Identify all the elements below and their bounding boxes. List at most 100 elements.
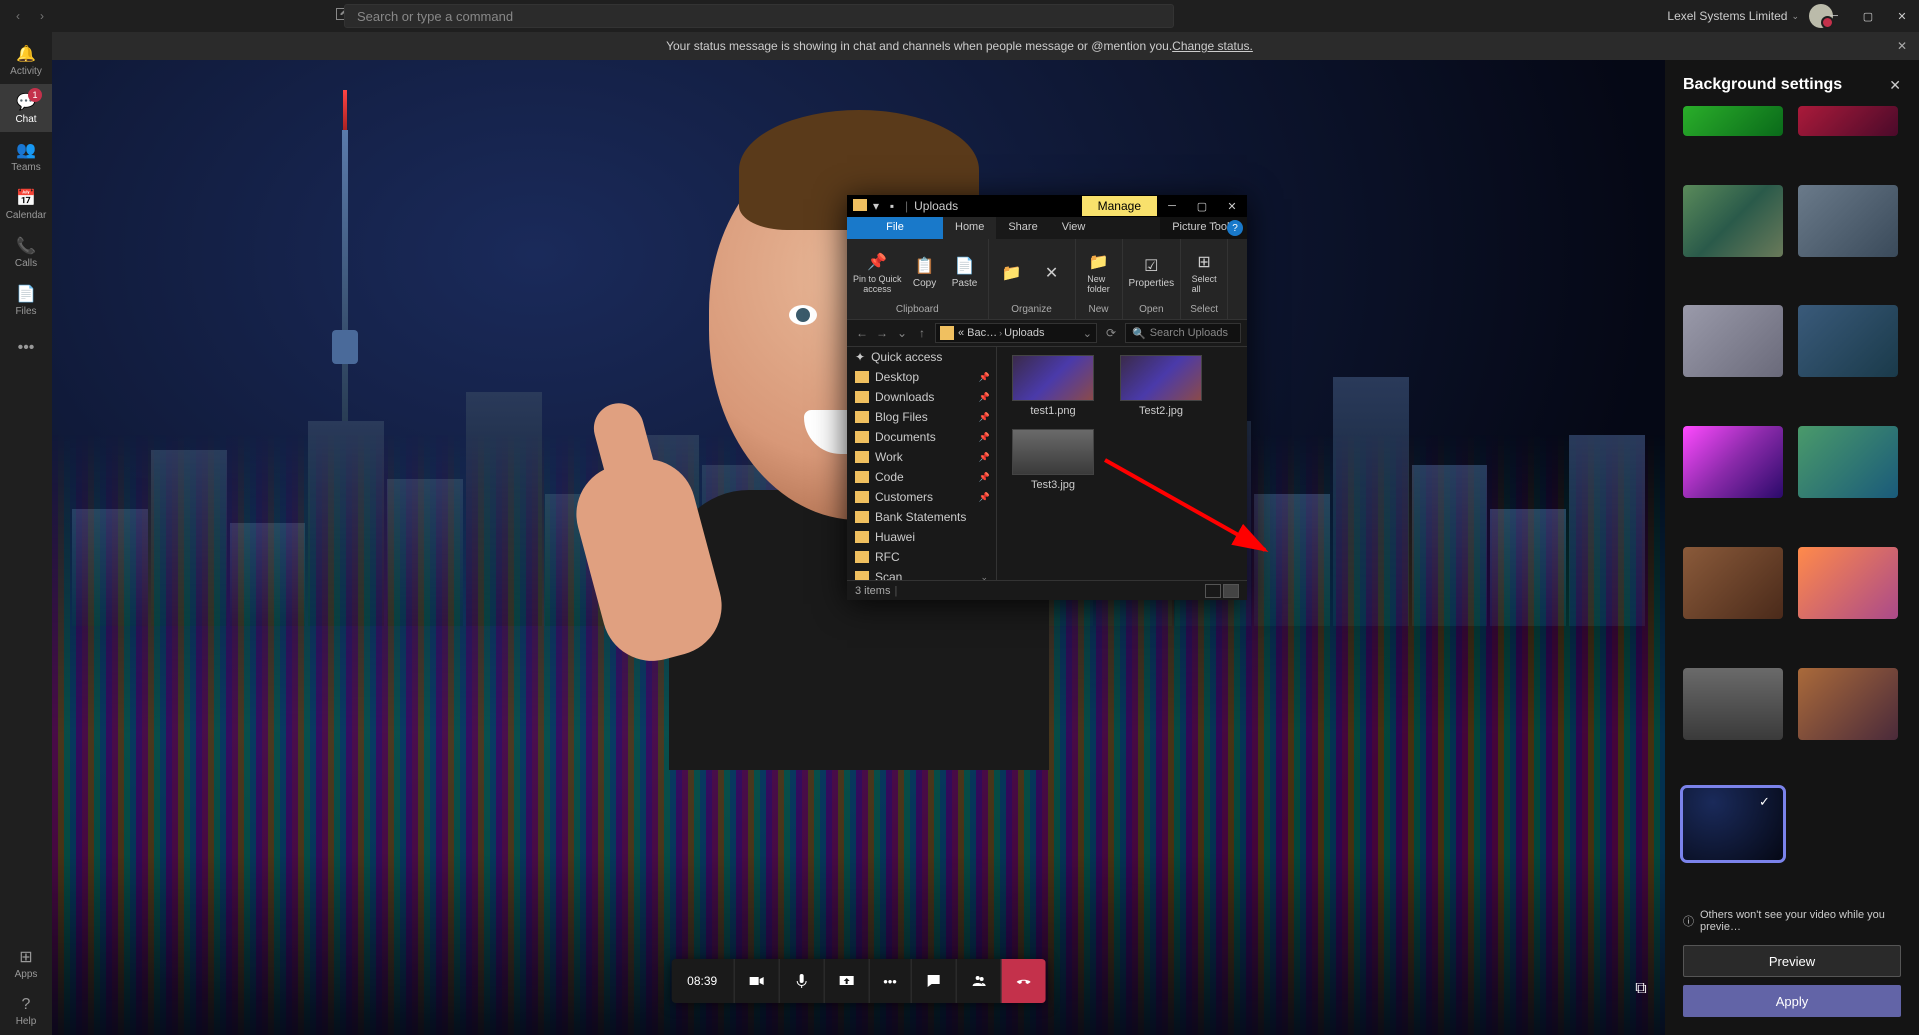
rail-chat[interactable]: 1 💬 Chat <box>0 84 52 132</box>
teams-icon: 👥 <box>16 140 36 160</box>
tree-item[interactable]: Work📌 <box>847 447 996 467</box>
background-thumbnail[interactable] <box>1798 668 1898 740</box>
background-thumbnail[interactable] <box>1683 426 1783 498</box>
chat-toggle[interactable] <box>911 959 956 1003</box>
window-maximize[interactable]: ▢ <box>1851 0 1885 32</box>
select-all[interactable]: ⊞Select all <box>1187 252 1221 294</box>
panel-close-icon[interactable]: ✕ <box>1889 77 1901 94</box>
tree-item[interactable]: Bank Statements <box>847 507 996 527</box>
tree-item[interactable]: RFC <box>847 547 996 567</box>
explorer-search[interactable]: 🔍 Search Uploads <box>1125 323 1241 343</box>
delete-button[interactable]: ✕ <box>1035 263 1069 283</box>
title-bar: ‹ › Search or type a command Lexel Syste… <box>0 0 1919 32</box>
file-list[interactable]: test1.pngTest2.jpgTest3.jpg <box>997 347 1247 580</box>
hang-up[interactable] <box>1001 959 1046 1003</box>
tree-item[interactable]: Code📌 <box>847 467 996 487</box>
background-thumbnail[interactable] <box>1798 426 1898 498</box>
file-item[interactable]: test1.png <box>1005 355 1101 417</box>
background-thumbnail[interactable] <box>1683 106 1783 136</box>
background-thumbnail[interactable] <box>1798 106 1898 136</box>
tree-item[interactable]: Desktop📌 <box>847 367 996 387</box>
chevron-down-icon[interactable]: ⌄ <box>1083 327 1092 340</box>
background-settings-panel: Background settings ✕ ✓ ⓘ Others won't s… <box>1665 60 1919 1035</box>
rail-teams[interactable]: 👥 Teams <box>0 132 52 180</box>
explorer-titlebar[interactable]: ▾ ▪ | Uploads Manage ─ ▢ ✕ <box>847 195 1247 217</box>
exp-back[interactable]: ← <box>853 324 871 342</box>
tree-item[interactable]: Downloads📌 <box>847 387 996 407</box>
background-thumbnail[interactable]: ✓ <box>1683 788 1783 860</box>
paste-button[interactable]: 📄Paste <box>948 256 982 289</box>
nav-back[interactable]: ‹ <box>8 6 28 26</box>
window-minimize[interactable]: ─ <box>1817 0 1851 32</box>
rail-files[interactable]: 📄 Files <box>0 276 52 324</box>
qat-icon[interactable]: ▾ <box>869 199 883 213</box>
file-explorer-window: ▾ ▪ | Uploads Manage ─ ▢ ✕ File Home Sha… <box>847 195 1247 600</box>
change-status-link[interactable]: Change status. <box>1172 39 1253 53</box>
tree-item[interactable]: Blog Files📌 <box>847 407 996 427</box>
tenant-switcher[interactable]: Lexel Systems Limited ⌄ <box>1667 9 1799 23</box>
tab-share[interactable]: Share <box>996 217 1049 239</box>
more-actions[interactable]: ••• <box>868 959 911 1003</box>
ribbon-tabs: File Home Share View Picture Tools ˆ ? <box>847 217 1247 239</box>
rail-calendar[interactable]: 📅 Calendar <box>0 180 52 228</box>
background-thumbnail[interactable] <box>1798 547 1898 619</box>
folder-icon <box>853 199 867 211</box>
participants[interactable] <box>956 959 1001 1003</box>
explorer-close[interactable]: ✕ <box>1217 195 1247 217</box>
tree-item[interactable]: Documents📌 <box>847 427 996 447</box>
search-placeholder: Search or type a command <box>357 9 513 24</box>
share-screen[interactable] <box>823 959 868 1003</box>
tab-home[interactable]: Home <box>943 217 996 239</box>
explorer-maximize[interactable]: ▢ <box>1187 195 1217 217</box>
banner-close-icon[interactable]: ✕ <box>1897 39 1907 53</box>
explorer-minimize[interactable]: ─ <box>1157 195 1187 217</box>
window-close[interactable]: ✕ <box>1885 0 1919 32</box>
view-grid-icon[interactable] <box>1223 584 1239 598</box>
preview-button[interactable]: Preview <box>1683 945 1901 977</box>
file-item[interactable]: Test3.jpg <box>1005 429 1101 491</box>
tab-file[interactable]: File <box>847 217 943 239</box>
rail-help[interactable]: ? Help <box>0 987 52 1035</box>
rail-activity[interactable]: 🔔 Activity <box>0 36 52 84</box>
badge: 1 <box>28 88 42 102</box>
phone-icon: 📞 <box>16 236 36 256</box>
tree-item[interactable]: Scan⌄ <box>847 567 996 580</box>
background-thumbnail[interactable] <box>1683 305 1783 377</box>
tree-item[interactable]: Huawei <box>847 527 996 547</box>
rail-apps[interactable]: ⊞ Apps <box>0 939 52 987</box>
new-folder[interactable]: 📁New folder <box>1082 252 1116 294</box>
search-input[interactable]: Search or type a command <box>344 4 1174 28</box>
background-thumbnail[interactable] <box>1683 547 1783 619</box>
nav-fwd[interactable]: › <box>32 6 52 26</box>
exp-up[interactable]: ↑ <box>913 324 931 342</box>
background-thumbnail[interactable] <box>1798 305 1898 377</box>
properties-button[interactable]: ☑Properties <box>1129 256 1175 289</box>
rail-more[interactable]: ••• <box>0 324 52 372</box>
tab-view[interactable]: View <box>1050 217 1098 239</box>
rail-calls[interactable]: 📞 Calls <box>0 228 52 276</box>
apply-button[interactable]: Apply <box>1683 985 1901 1017</box>
copy-button[interactable]: 📋Copy <box>908 256 942 289</box>
context-tab[interactable]: Manage <box>1082 196 1157 216</box>
quick-access[interactable]: ✦Quick access <box>847 347 996 367</box>
background-thumbnail[interactable] <box>1683 668 1783 740</box>
help-icon[interactable]: ? <box>1227 220 1243 236</box>
background-thumbnail[interactable] <box>1798 185 1898 257</box>
ribbon-collapse-icon[interactable]: ˆ <box>1209 217 1221 237</box>
popout-icon[interactable]: ⧉ <box>1627 975 1655 1003</box>
camera-toggle[interactable] <box>733 959 778 1003</box>
address-bar[interactable]: « Bac… › Uploads ⌄ <box>935 323 1097 343</box>
nav-pane[interactable]: ✦Quick access Desktop📌Downloads📌Blog Fil… <box>847 347 997 580</box>
refresh-icon[interactable]: ⟳ <box>1101 326 1121 340</box>
apps-icon: ⊞ <box>19 947 32 967</box>
move-to[interactable]: 📁 <box>995 263 1029 283</box>
tree-item[interactable]: Customers📌 <box>847 487 996 507</box>
qat-icon[interactable]: ▪ <box>885 199 899 213</box>
file-item[interactable]: Test2.jpg <box>1113 355 1209 417</box>
pin-quick-access[interactable]: 📌Pin to Quick access <box>853 252 902 294</box>
mic-toggle[interactable] <box>778 959 823 1003</box>
exp-recent[interactable]: ⌄ <box>893 324 911 342</box>
exp-fwd[interactable]: → <box>873 324 891 342</box>
view-details-icon[interactable] <box>1205 584 1221 598</box>
background-thumbnail[interactable] <box>1683 185 1783 257</box>
